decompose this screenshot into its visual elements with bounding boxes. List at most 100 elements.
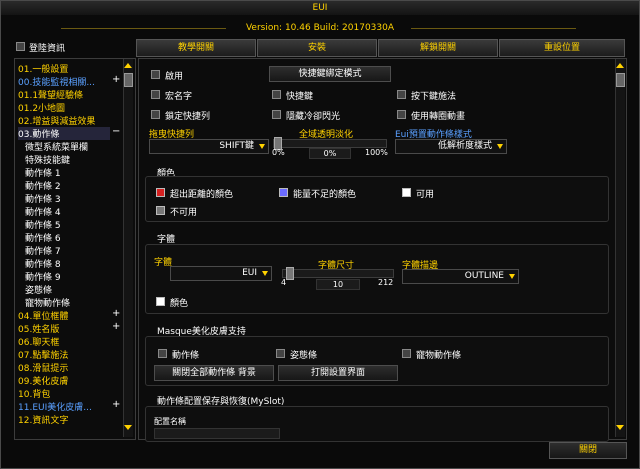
sidebar-scrollbar[interactable]	[123, 59, 133, 437]
hide-cd-flash-checkbox[interactable]	[272, 110, 281, 119]
sidebar-item[interactable]: 01.1聲望經驗條	[18, 88, 83, 101]
masque-action-bar-checkbox[interactable]	[158, 349, 167, 358]
sidebar-item[interactable]: 動作條 9	[25, 270, 61, 283]
preset-style-dropdown[interactable]: 低解析度樣式	[395, 139, 507, 154]
sidebar-item[interactable]: 動作條 1	[25, 166, 61, 179]
sidebar-item[interactable]: 11.EUI美化皮膚...	[18, 400, 92, 413]
version-text: Version: 10.46 Build: 20170330A	[245, 23, 395, 33]
font-size-value[interactable]: 10	[316, 279, 360, 290]
global-alpha-min: 0%	[272, 148, 285, 157]
global-alpha-max: 100%	[365, 148, 388, 157]
sidebar-item[interactable]: 動作條 4	[25, 205, 61, 218]
no-power-label: 能量不足的顏色	[293, 190, 357, 200]
sidebar-item[interactable]: 特殊技能鍵	[25, 153, 70, 166]
sidebar-item[interactable]: 動作條 3	[25, 192, 61, 205]
expand-icon[interactable]: +	[112, 308, 120, 319]
sidebar-item[interactable]: 03.動作條	[18, 127, 110, 140]
keybind-mode-button[interactable]: 快捷鍵綁定模式	[269, 66, 391, 82]
masque-group: 動作條 姿態條 寵物動作條 關閉全部動作條 背景 打開設置界面	[145, 336, 609, 386]
sidebar-item[interactable]: 01.一般設置	[18, 62, 68, 75]
masque-stance-bar-label: 姿態條	[290, 351, 318, 361]
preset-style-value: 低解析度樣式	[437, 141, 492, 151]
sidebar-item[interactable]: 寵物動作條	[25, 296, 70, 309]
sidebar-item[interactable]: 動作條 6	[25, 231, 61, 244]
font-size-slider-thumb[interactable]	[285, 267, 294, 280]
sidebar-item[interactable]: 動作條 7	[25, 244, 61, 257]
sidebar-item[interactable]: 08.滑鼠提示	[18, 361, 68, 374]
tab-unlock-toggle[interactable]: 解鎖開關	[378, 39, 498, 57]
sidebar-item[interactable]: 動作條 2	[25, 179, 61, 192]
unusable-label: 不可用	[170, 208, 198, 218]
sidebar-item[interactable]: 姿態條	[25, 283, 52, 296]
config-name-input[interactable]	[154, 428, 280, 439]
sidebar-item[interactable]: 動作條 8	[25, 257, 61, 270]
open-masque-settings-button[interactable]: 打開設置界面	[278, 365, 398, 381]
disable-all-bar-bg-button[interactable]: 關閉全部動作條 背景	[154, 365, 274, 381]
collapse-icon[interactable]: −	[112, 126, 120, 137]
global-alpha-slider[interactable]	[273, 137, 387, 150]
chevron-down-icon	[509, 274, 515, 279]
font-face-dropdown[interactable]: EUI	[170, 266, 272, 281]
global-alpha-value[interactable]: 0%	[309, 148, 351, 159]
sidebar-item[interactable]: 10.背包	[18, 387, 50, 400]
unusable-color-swatch[interactable]	[156, 206, 165, 215]
hotkey-checkbox[interactable]	[272, 90, 281, 99]
sidebar-item[interactable]: 00.技能監視相關...	[18, 75, 95, 88]
tab-install[interactable]: 安裝	[257, 39, 377, 57]
expand-icon[interactable]: +	[112, 321, 120, 332]
macro-name-label: 宏名字	[165, 92, 193, 102]
eui-config-window: EUI Version: 10.46 Build: 20170330A 登陸資訊…	[0, 0, 640, 469]
font-group: 字體 EUI 字體尺寸 4 10 212 字體描邊 OUTLINE 顏色	[145, 244, 609, 314]
main-scroll-down-arrow-icon[interactable]	[616, 425, 624, 430]
sidebar-item[interactable]: 07.點擊施法	[18, 348, 68, 361]
expand-icon[interactable]: +	[112, 74, 120, 85]
press-cast-label: 按下鍵施法	[411, 92, 457, 102]
myslot-group: 配置名稱	[145, 406, 609, 442]
font-size-slider[interactable]	[282, 267, 394, 280]
enable-checkbox[interactable]	[151, 70, 160, 79]
no-power-color-swatch[interactable]	[279, 188, 288, 197]
font-color-swatch[interactable]	[156, 297, 165, 306]
sidebar-item[interactable]: 04.單位框體	[18, 309, 68, 322]
sidebar-item[interactable]: 06.聊天框	[18, 335, 59, 348]
usable-color-swatch[interactable]	[402, 188, 411, 197]
expand-icon[interactable]: +	[112, 399, 120, 410]
masque-stance-bar-checkbox[interactable]	[276, 349, 285, 358]
main-scroll-thumb[interactable]	[616, 73, 625, 87]
sidebar-item[interactable]: 05.姓名版	[18, 322, 59, 335]
tab-reset-position[interactable]: 重設位置	[499, 39, 625, 57]
main-scrollbar[interactable]	[615, 59, 625, 437]
sidebar-item[interactable]: 09.美化皮膚	[18, 374, 68, 387]
lock-bars-checkbox[interactable]	[151, 110, 160, 119]
scroll-down-arrow-icon[interactable]	[124, 425, 132, 430]
colors-group: 超出距離的顏色 能量不足的顏色 可用 不可用	[145, 176, 609, 222]
usable-label: 可用	[416, 190, 435, 200]
font-outline-value: OUTLINE	[464, 271, 504, 281]
scroll-up-arrow-icon[interactable]	[124, 63, 132, 68]
press-cast-checkbox[interactable]	[397, 90, 406, 99]
font-size-min: 4	[281, 278, 287, 287]
macro-name-checkbox[interactable]	[151, 90, 160, 99]
masque-pet-bar-checkbox[interactable]	[402, 349, 411, 358]
out-of-range-color-swatch[interactable]	[156, 188, 165, 197]
font-color-label: 顏色	[170, 299, 189, 309]
scroll-thumb[interactable]	[124, 73, 133, 87]
chevron-down-icon	[259, 144, 265, 149]
sidebar-item[interactable]: 12.資訊文字	[18, 413, 68, 426]
sidebar-item[interactable]: 01.2小地圖	[18, 101, 65, 114]
turn-anim-checkbox[interactable]	[397, 110, 406, 119]
masque-action-bar-label: 動作條	[172, 351, 200, 361]
font-outline-dropdown[interactable]: OUTLINE	[402, 269, 519, 284]
login-info-checkbox[interactable]	[16, 42, 25, 51]
drag-hotkey-dropdown[interactable]: SHIFT鍵	[149, 139, 269, 154]
font-size-max: 212	[378, 278, 394, 287]
sidebar-item[interactable]: 動作條 5	[25, 218, 61, 231]
sidebar-item[interactable]: 02.增益與減益效果	[18, 114, 95, 127]
sidebar: 01.一般設置 00.技能監視相關... +01.1聲望經驗條 01.2小地圖 02.增…	[14, 58, 136, 440]
hide-cd-flash-label: 隱藏冷卻閃光	[286, 112, 341, 122]
close-button[interactable]: 關閉	[549, 442, 627, 459]
tab-tutorial-toggle[interactable]: 教學開關	[136, 39, 256, 57]
font-face-value: EUI	[242, 268, 257, 278]
sidebar-item[interactable]: 微型系統菜單欄	[25, 140, 88, 153]
main-scroll-up-arrow-icon[interactable]	[616, 63, 624, 68]
